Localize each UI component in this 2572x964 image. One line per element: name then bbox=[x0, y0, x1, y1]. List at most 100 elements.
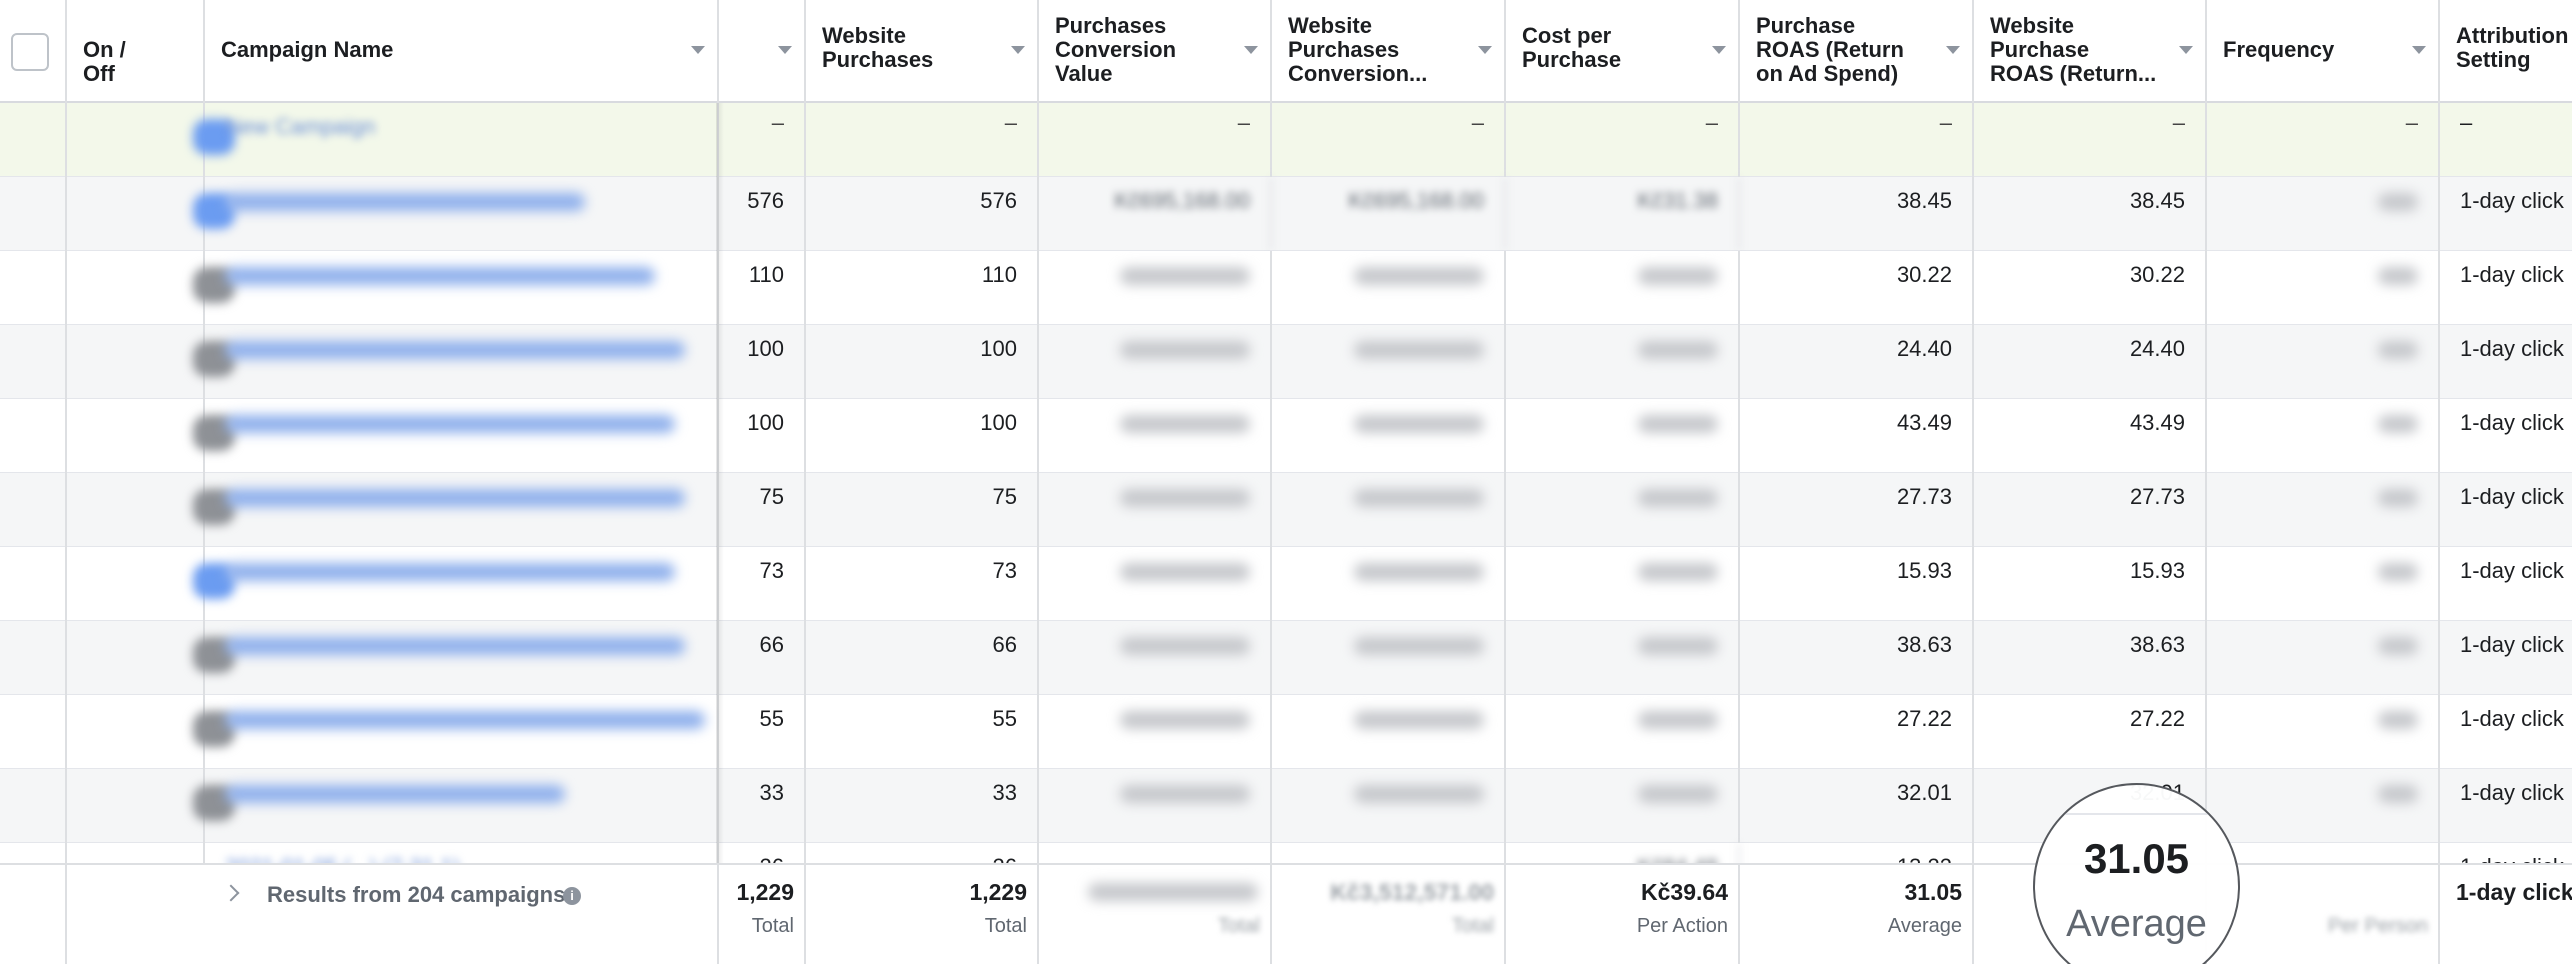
sort-caret-down-icon[interactable] bbox=[1011, 46, 1025, 54]
row-checkbox-cell[interactable] bbox=[0, 695, 67, 769]
row-checkbox-cell[interactable] bbox=[0, 177, 67, 251]
column-header-on-off[interactable]: On / Off bbox=[67, 0, 205, 103]
sort-caret-down-icon[interactable] bbox=[2179, 46, 2193, 54]
toggle-cell[interactable] bbox=[67, 547, 235, 621]
row-checkbox-cell[interactable] bbox=[0, 325, 67, 399]
table-row[interactable]: 75 75 27.73 27.73 1-day click bbox=[0, 473, 2572, 547]
website-purchases-conversion-cell bbox=[1272, 547, 1506, 621]
column-header-label: Conversion... bbox=[1288, 62, 1428, 86]
row-checkbox-cell[interactable] bbox=[0, 769, 67, 843]
campaign-name-cell[interactable] bbox=[205, 621, 719, 695]
website-purchases-conversion-cell bbox=[1272, 251, 1506, 325]
column-header-label: Website bbox=[1288, 14, 1372, 38]
column-header-frequency[interactable]: Frequency bbox=[2207, 0, 2440, 103]
campaign-name-link[interactable] bbox=[225, 637, 685, 655]
column-header-website-purchases-conversion[interactable]: Website Purchases Conversion... bbox=[1272, 0, 1506, 103]
campaign-name-link[interactable] bbox=[225, 711, 705, 729]
blurred-value bbox=[1120, 785, 1250, 803]
purchase-roas-cell: 24.40 bbox=[1740, 325, 1974, 399]
column-header-label: Campaign Name bbox=[221, 37, 394, 62]
table-row[interactable]: 55 55 27.22 27.22 1-day click bbox=[0, 695, 2572, 769]
toggle-cell[interactable] bbox=[67, 177, 235, 251]
toggle-cell[interactable] bbox=[67, 769, 235, 843]
blurred-value bbox=[1638, 711, 1718, 729]
sort-caret-down-icon[interactable] bbox=[691, 46, 705, 54]
website-purchases-conversion-cell bbox=[1272, 621, 1506, 695]
campaign-name-link[interactable] bbox=[225, 489, 685, 507]
info-icon[interactable]: i bbox=[563, 887, 581, 905]
campaign-name-cell[interactable] bbox=[205, 473, 719, 547]
select-all-checkbox[interactable] bbox=[11, 33, 49, 71]
website-purchases-cell: 100 bbox=[806, 399, 1039, 473]
campaign-name-link[interactable] bbox=[225, 341, 685, 359]
campaign-name-link[interactable] bbox=[225, 267, 655, 285]
cost-per-purchase-cell bbox=[1506, 473, 1740, 547]
campaign-name-link[interactable] bbox=[225, 415, 675, 433]
toggle-cell[interactable] bbox=[67, 399, 235, 473]
row-checkbox-cell[interactable] bbox=[0, 251, 67, 325]
row-checkbox-cell[interactable] bbox=[0, 621, 67, 695]
row-checkbox-cell[interactable] bbox=[0, 547, 67, 621]
table-row[interactable]: 66 66 38.63 38.63 1-day click bbox=[0, 621, 2572, 695]
column-header-attribution-setting[interactable]: Attribution Setting bbox=[2440, 0, 2572, 103]
purchase-roas-cell: 38.45 bbox=[1740, 177, 1974, 251]
table-row[interactable]: 100 100 24.40 24.40 1-day click bbox=[0, 325, 2572, 399]
attribution-cell: 1-day click bbox=[2460, 336, 2564, 361]
column-header-purchases[interactable] bbox=[719, 0, 806, 103]
toggle-cell[interactable] bbox=[67, 325, 235, 399]
table-row[interactable]: 100 100 43.49 43.49 1-day click bbox=[0, 399, 2572, 473]
purchase-roas-cell: – bbox=[1740, 103, 1974, 177]
campaign-name-link[interactable] bbox=[225, 563, 675, 581]
website-purchase-roas-cell: 43.49 bbox=[1974, 399, 2207, 473]
blurred-value bbox=[1120, 489, 1250, 507]
row-checkbox-cell[interactable] bbox=[0, 103, 67, 177]
sort-caret-down-icon[interactable] bbox=[1478, 46, 1492, 54]
campaign-name-cell[interactable] bbox=[205, 251, 719, 325]
row-checkbox-cell[interactable] bbox=[0, 473, 67, 547]
column-header-label: Purchase bbox=[1990, 38, 2090, 62]
column-header-website-purchases[interactable]: Website Purchases bbox=[806, 0, 1039, 103]
row-checkbox-cell[interactable] bbox=[0, 399, 67, 473]
purchases-conversion-value-cell bbox=[1039, 399, 1272, 473]
table-row[interactable]: 110 110 30.22 30.22 1-day click bbox=[0, 251, 2572, 325]
column-header-cost-per-purchase[interactable]: Cost per Purchase bbox=[1506, 0, 1740, 103]
sort-caret-down-icon[interactable] bbox=[1946, 46, 1960, 54]
website-purchases-cell: 55 bbox=[806, 695, 1039, 769]
attribution-cell: 1-day click bbox=[2460, 262, 2564, 287]
column-header-campaign-name[interactable]: Campaign Name bbox=[205, 0, 719, 103]
table-row-new-campaign[interactable]: New Campaign – – – – – – – – – bbox=[0, 103, 2572, 177]
campaign-name-cell[interactable]: New Campaign bbox=[205, 103, 719, 177]
toggle-cell[interactable] bbox=[67, 621, 235, 695]
campaign-name-cell[interactable] bbox=[205, 695, 719, 769]
frequency-value bbox=[2378, 785, 2418, 803]
campaign-name-cell[interactable] bbox=[205, 177, 719, 251]
campaign-name-link[interactable] bbox=[225, 193, 585, 211]
summary-results-cell[interactable]: Results from 204 campaigns i bbox=[205, 865, 719, 964]
column-header-purchases-conversion-value[interactable]: Purchases Conversion Value bbox=[1039, 0, 1272, 103]
toggle-cell[interactable] bbox=[67, 695, 235, 769]
campaign-name-link[interactable]: New Campaign bbox=[225, 114, 375, 139]
sort-caret-down-icon[interactable] bbox=[1244, 46, 1258, 54]
sort-caret-down-icon[interactable] bbox=[2412, 46, 2426, 54]
magnified-average-value: 31.05 bbox=[2083, 835, 2190, 882]
cost-per-purchase-cell bbox=[1506, 399, 1740, 473]
sort-caret-down-icon[interactable] bbox=[1712, 46, 1726, 54]
column-header-purchase-roas[interactable]: Purchase ROAS (Return on Ad Spend) bbox=[1740, 0, 1974, 103]
campaign-name-cell[interactable] bbox=[205, 399, 719, 473]
campaign-name-cell[interactable] bbox=[205, 769, 719, 843]
summary-label: Total bbox=[1451, 915, 1494, 937]
toggle-cell[interactable] bbox=[67, 251, 235, 325]
table-row[interactable]: 576 576 Kč695,168.00 Kč695,168.00 Kč31.3… bbox=[0, 177, 2572, 251]
campaign-name-cell[interactable] bbox=[205, 547, 719, 621]
column-header-website-purchase-roas[interactable]: Website Purchase ROAS (Return... bbox=[1974, 0, 2207, 103]
toggle-cell[interactable] bbox=[67, 103, 235, 177]
purchases-cell: 100 bbox=[719, 325, 806, 399]
cost-per-purchase-cell bbox=[1506, 325, 1740, 399]
toggle-cell[interactable] bbox=[67, 473, 235, 547]
sort-caret-down-icon[interactable] bbox=[778, 46, 792, 54]
table-row[interactable]: 73 73 15.93 15.93 1-day click bbox=[0, 547, 2572, 621]
campaign-name-link[interactable] bbox=[225, 785, 565, 803]
campaign-name-cell[interactable] bbox=[205, 325, 719, 399]
chevron-right-icon[interactable] bbox=[222, 884, 240, 902]
website-purchases-conversion-cell bbox=[1272, 399, 1506, 473]
